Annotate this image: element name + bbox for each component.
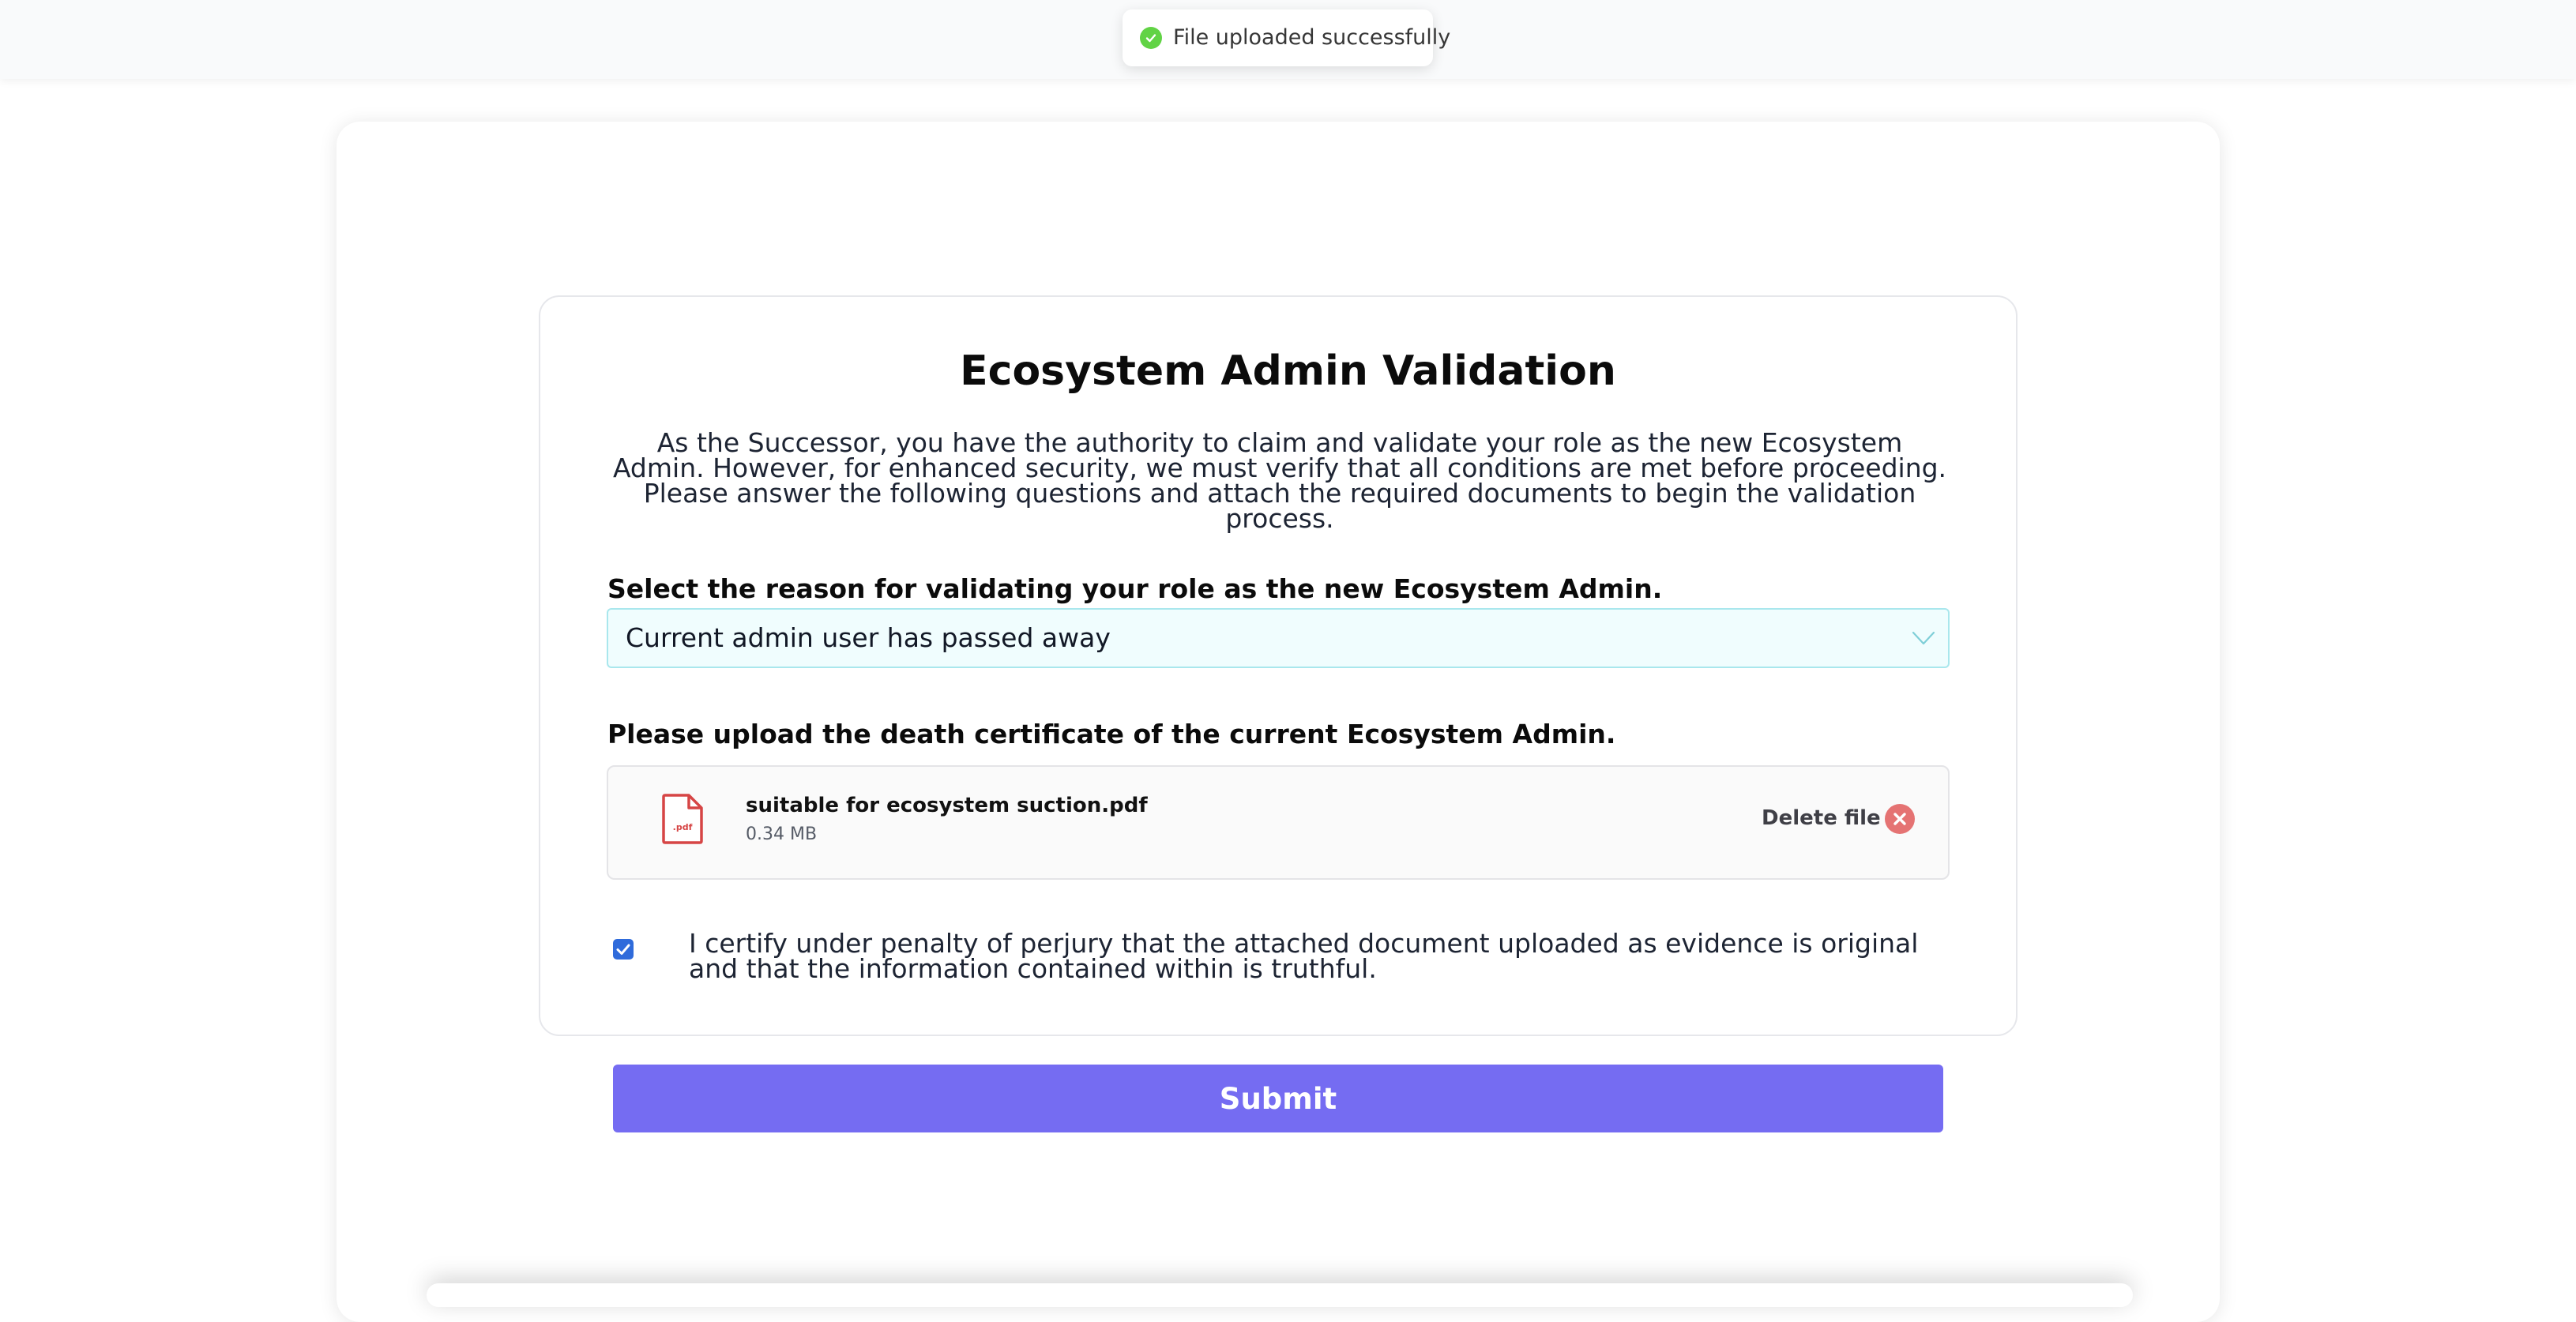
toast-message: File uploaded successfully <box>1173 25 1451 50</box>
reason-label: Select the reason for validating your ro… <box>607 573 1663 604</box>
pdf-file-icon: .pdf <box>660 792 705 846</box>
uploaded-file-item: .pdf suitable for ecosystem suction.pdf … <box>607 765 1950 880</box>
reason-select[interactable]: Current admin user has passed away <box>607 608 1950 668</box>
form-description: As the Successor, you have the authority… <box>612 427 1947 534</box>
upload-label: Please upload the death certificate of t… <box>607 719 1616 749</box>
delete-file-button[interactable]: Delete file <box>1762 806 1881 830</box>
file-size: 0.34 MB <box>746 824 818 844</box>
certify-statement: I certify under penalty of perjury that … <box>689 928 1919 984</box>
pdf-icon-label: .pdf <box>673 822 693 832</box>
certify-checkbox[interactable] <box>613 939 634 960</box>
success-toast: File uploaded successfully <box>1123 9 1450 66</box>
close-circle-icon[interactable] <box>1885 804 1915 834</box>
bottom-panel-edge <box>427 1283 2133 1307</box>
file-name: suitable for ecosystem suction.pdf <box>746 794 1148 817</box>
chevron-down-icon <box>1910 627 1937 649</box>
check-circle-icon <box>1140 27 1162 49</box>
submit-button[interactable]: Submit <box>613 1065 1943 1132</box>
page-title: Ecosystem Admin Validation <box>960 347 1616 395</box>
reason-selected-value: Current admin user has passed away <box>626 622 1111 653</box>
